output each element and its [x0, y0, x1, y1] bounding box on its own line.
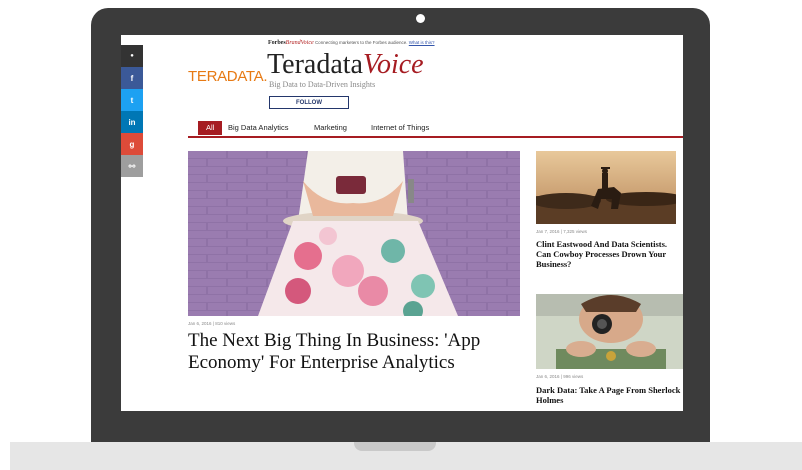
side-article-meta: Jan 7, 2016 | 7,325 views — [536, 229, 587, 234]
copy-link-button[interactable]: ⚯ — [121, 155, 143, 177]
brandvoice-banner: ForbesBrandVoice Connecting marketers to… — [268, 40, 435, 46]
side-article-image[interactable] — [536, 151, 676, 224]
share-bar: ● f t in g ⚯ — [121, 45, 143, 177]
side-article-meta: Jan 6, 2016 | 996 views — [536, 374, 584, 379]
facebook-icon: f — [130, 73, 134, 83]
category-nav: All Big Data Analytics Marketing Interne… — [188, 121, 683, 138]
follow-button[interactable]: FOLLOW — [269, 96, 349, 109]
tab-marketing[interactable]: Marketing — [314, 123, 347, 132]
google-plus-share-button[interactable]: g — [121, 133, 143, 155]
facebook-share-button[interactable]: f — [121, 67, 143, 89]
main-article-image[interactable] — [188, 151, 520, 316]
side-article-image[interactable] — [536, 294, 683, 369]
main-article-headline[interactable]: The Next Big Thing In Business: 'App Eco… — [188, 330, 528, 374]
linkedin-icon: in — [128, 117, 136, 127]
twitter-icon: t — [130, 95, 134, 105]
google-plus-icon: g — [129, 139, 135, 149]
side-article-headline[interactable]: Clint Eastwood And Data Scientists. Can … — [536, 239, 676, 269]
linkedin-share-button[interactable]: in — [121, 111, 143, 133]
laptop-screen: ● f t in g ⚯ ForbesBrandVoice Connecting… — [121, 35, 683, 411]
tab-all[interactable]: All — [198, 121, 223, 135]
main-article-meta: Jan 6, 2016 | 810 views — [188, 321, 236, 326]
laptop-notch — [354, 442, 436, 451]
page-title: TeradataVoice — [267, 49, 424, 81]
brandvoice-wordmark: BrandVoice — [285, 40, 314, 46]
forbes-wordmark: Forbes — [268, 40, 286, 46]
what-is-this-link[interactable]: What is this? — [409, 40, 435, 45]
twitter-share-button[interactable]: t — [121, 89, 143, 111]
comment-button[interactable]: ● — [121, 45, 143, 67]
teradata-logo[interactable]: TERADATA. — [188, 68, 268, 85]
page-subtitle: Big Data to Data-Driven Insights — [269, 80, 376, 89]
tab-internet-of-things[interactable]: Internet of Things — [371, 123, 429, 132]
brandvoice-tagline: Connecting marketers to the Forbes audie… — [314, 40, 408, 45]
webcam — [416, 14, 425, 23]
side-article-headline[interactable]: Dark Data: Take A Page From Sherlock Hol… — [536, 385, 683, 405]
comment-icon: ● — [130, 53, 134, 59]
link-icon: ⚯ — [128, 161, 136, 171]
title-voice: Voice — [362, 49, 424, 80]
title-main: Teradata — [267, 49, 363, 80]
tab-big-data-analytics[interactable]: Big Data Analytics — [228, 123, 288, 132]
